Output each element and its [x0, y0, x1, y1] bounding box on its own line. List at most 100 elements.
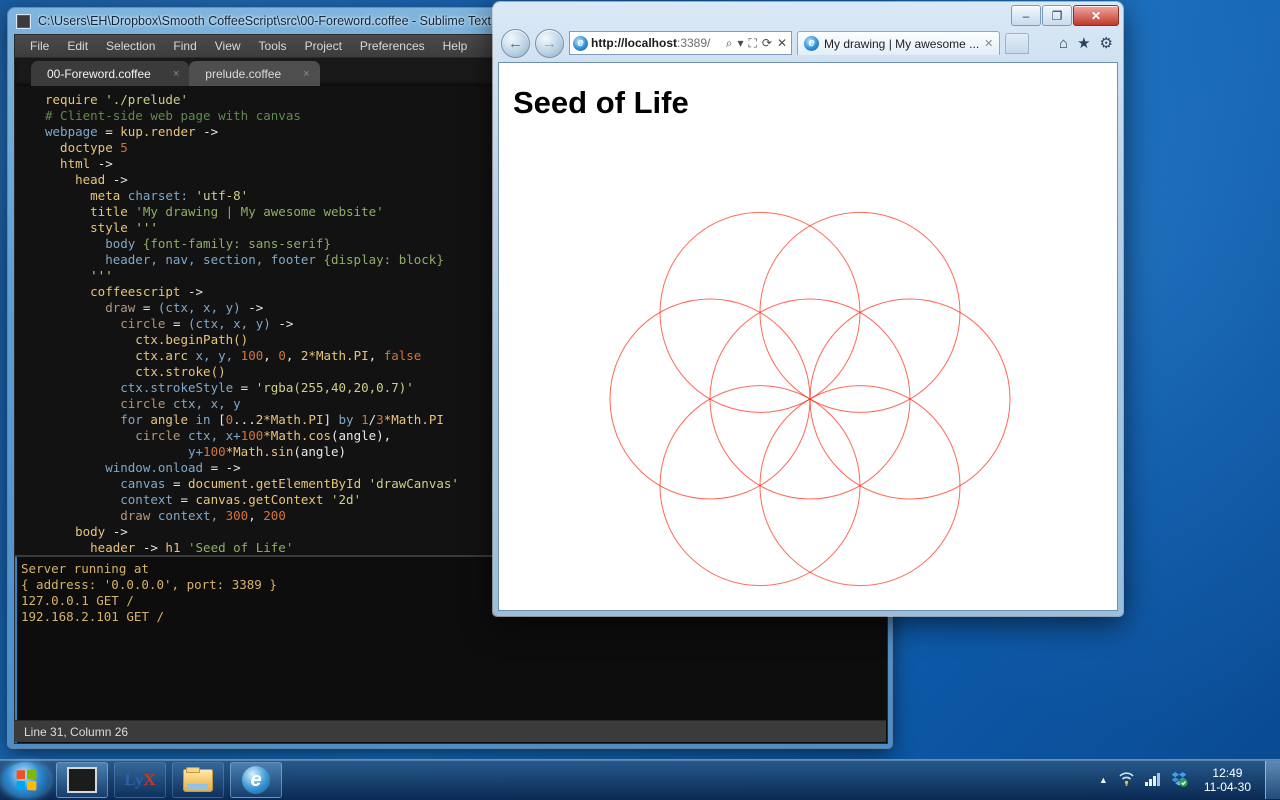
- code-token: 100: [240, 428, 264, 443]
- minimize-button[interactable]: –: [1011, 5, 1041, 26]
- menu-item-selection[interactable]: Selection: [97, 37, 164, 55]
- favorites-star-icon[interactable]: ★: [1077, 34, 1090, 52]
- system-tray[interactable]: ▲ 12:49 11-04-30: [1099, 766, 1261, 794]
- code-token: h1: [165, 540, 188, 555]
- code-token: ,: [263, 348, 279, 363]
- dropbox-icon[interactable]: [1171, 771, 1188, 790]
- forward-button[interactable]: →: [535, 28, 564, 58]
- code-token: y+: [45, 444, 204, 459]
- code-token: for: [45, 412, 151, 427]
- code-token: title: [45, 204, 136, 219]
- code-token: canvas.getContext: [195, 492, 331, 507]
- tab-close-icon[interactable]: ×: [173, 68, 179, 80]
- close-button[interactable]: ✕: [1073, 5, 1119, 26]
- back-button[interactable]: ←: [501, 28, 530, 58]
- menu-item-find[interactable]: Find: [164, 37, 205, 55]
- code-token: =: [105, 124, 121, 139]
- code-token: window.onload: [45, 460, 211, 475]
- code-token: ->: [142, 540, 166, 555]
- browser-command-bar[interactable]: ⌂ ★ ⚙: [1059, 34, 1115, 53]
- taskbar-button-internet-explorer[interactable]: e: [230, 762, 282, 798]
- page-title: Seed of Life: [513, 85, 689, 120]
- code-token: 'drawCanvas': [368, 476, 459, 491]
- browser-title-bar[interactable]: – ❐ ✕: [493, 2, 1123, 26]
- menu-item-help[interactable]: Help: [434, 37, 477, 55]
- code-token: ctx.beginPath(): [45, 332, 249, 347]
- compatibility-view-icon[interactable]: ⛶: [747, 36, 757, 51]
- stop-icon[interactable]: ✕: [776, 36, 788, 50]
- tab-close-icon[interactable]: ✕: [984, 37, 993, 50]
- code-token: ->: [203, 124, 219, 139]
- code-token: ->: [248, 300, 264, 315]
- web-page-viewport[interactable]: Seed of Life: [498, 62, 1118, 611]
- taskbar-button-lyx[interactable]: LyX: [114, 762, 166, 798]
- code-token: =: [172, 476, 188, 491]
- browser-tab[interactable]: e My drawing | My awesome ... ✕: [797, 31, 1001, 55]
- menu-item-tools[interactable]: Tools: [250, 37, 296, 55]
- menu-item-file[interactable]: File: [21, 37, 58, 55]
- code-token: style: [45, 220, 136, 235]
- code-token: 0: [278, 348, 286, 363]
- chevron-down-icon[interactable]: ▾: [736, 36, 744, 50]
- show-hidden-icons-icon[interactable]: ▲: [1099, 775, 1108, 785]
- wifi-icon[interactable]: [1118, 771, 1135, 789]
- tab-prelude-coffee[interactable]: prelude.coffee ×: [189, 61, 320, 86]
- start-button[interactable]: [2, 762, 50, 798]
- code-token: ctx.stroke(): [45, 364, 226, 379]
- code-token: 'My drawing | My awesome website': [135, 204, 384, 219]
- code-token: 2*Math.PI: [300, 348, 369, 363]
- code-token: 100: [203, 444, 226, 459]
- clock[interactable]: 12:49 11-04-30: [1198, 766, 1257, 794]
- show-desktop-button[interactable]: [1265, 761, 1280, 799]
- code-token: =: [172, 316, 188, 331]
- code-token: ]: [323, 412, 339, 427]
- code-token: ctx.strokeStyle: [45, 380, 241, 395]
- search-icon[interactable]: ⌕: [725, 36, 734, 51]
- code-token: 'utf-8': [195, 188, 249, 203]
- folder-icon: [183, 766, 213, 792]
- code-token: doctype: [45, 140, 121, 155]
- code-token: (ctx, x, y): [188, 316, 279, 331]
- code-token: =: [240, 380, 256, 395]
- gear-icon[interactable]: ⚙: [1100, 34, 1113, 52]
- address-bar[interactable]: e http://localhost:3389/ ⌕ ▾ ⛶ ⟳ ✕: [569, 31, 792, 55]
- menu-item-view[interactable]: View: [206, 37, 250, 55]
- code-token: =: [142, 300, 158, 315]
- code-token: [: [218, 412, 226, 427]
- code-token: *Math.sin: [225, 444, 294, 459]
- windows-logo-icon: [16, 769, 37, 791]
- code-token: body: [45, 236, 143, 251]
- maximize-button[interactable]: ❐: [1042, 5, 1072, 26]
- taskbar-button-explorer[interactable]: [172, 762, 224, 798]
- code-token: draw: [45, 508, 158, 523]
- code-token: draw: [45, 300, 143, 315]
- browser-window[interactable]: – ❐ ✕ ← → e http://localhost:3389/ ⌕ ▾ ⛶…: [493, 2, 1123, 616]
- sublime-title-text: C:\Users\EH\Dropbox\Smooth CoffeeScript\…: [38, 14, 510, 28]
- code-token: ,: [368, 348, 384, 363]
- new-tab-button[interactable]: [1005, 32, 1030, 54]
- browser-toolbar[interactable]: ← → e http://localhost:3389/ ⌕ ▾ ⛶ ⟳ ✕ e…: [493, 26, 1123, 60]
- code-token: (angle),: [331, 428, 392, 443]
- code-token: {font-family: sans-serif}: [142, 236, 331, 251]
- taskbar-button-console[interactable]: [56, 762, 108, 798]
- signal-bars-icon[interactable]: [1144, 772, 1161, 789]
- menu-item-project[interactable]: Project: [296, 37, 351, 55]
- refresh-icon[interactable]: ⟳: [761, 36, 773, 50]
- home-icon[interactable]: ⌂: [1059, 35, 1068, 52]
- code-token: 1: [361, 412, 369, 427]
- code-token: context: [45, 492, 181, 507]
- code-token: by: [338, 412, 362, 427]
- clock-date: 11-04-30: [1203, 780, 1251, 794]
- code-token: ''': [45, 268, 113, 283]
- code-token: 200: [263, 508, 286, 523]
- menu-item-preferences[interactable]: Preferences: [351, 37, 434, 55]
- code-token: require: [45, 92, 106, 107]
- taskbar[interactable]: LyX e ▲ 12:49 11-04-30: [0, 759, 1280, 800]
- window-controls[interactable]: – ❐ ✕: [1011, 5, 1119, 26]
- menu-item-edit[interactable]: Edit: [58, 37, 97, 55]
- tab-00-foreword-coffee[interactable]: 00-Foreword.coffee ×: [31, 61, 190, 86]
- code-token: ->: [188, 284, 204, 299]
- tab-close-icon[interactable]: ×: [303, 68, 309, 80]
- code-token: context,: [157, 508, 226, 523]
- code-token: ,: [248, 508, 264, 523]
